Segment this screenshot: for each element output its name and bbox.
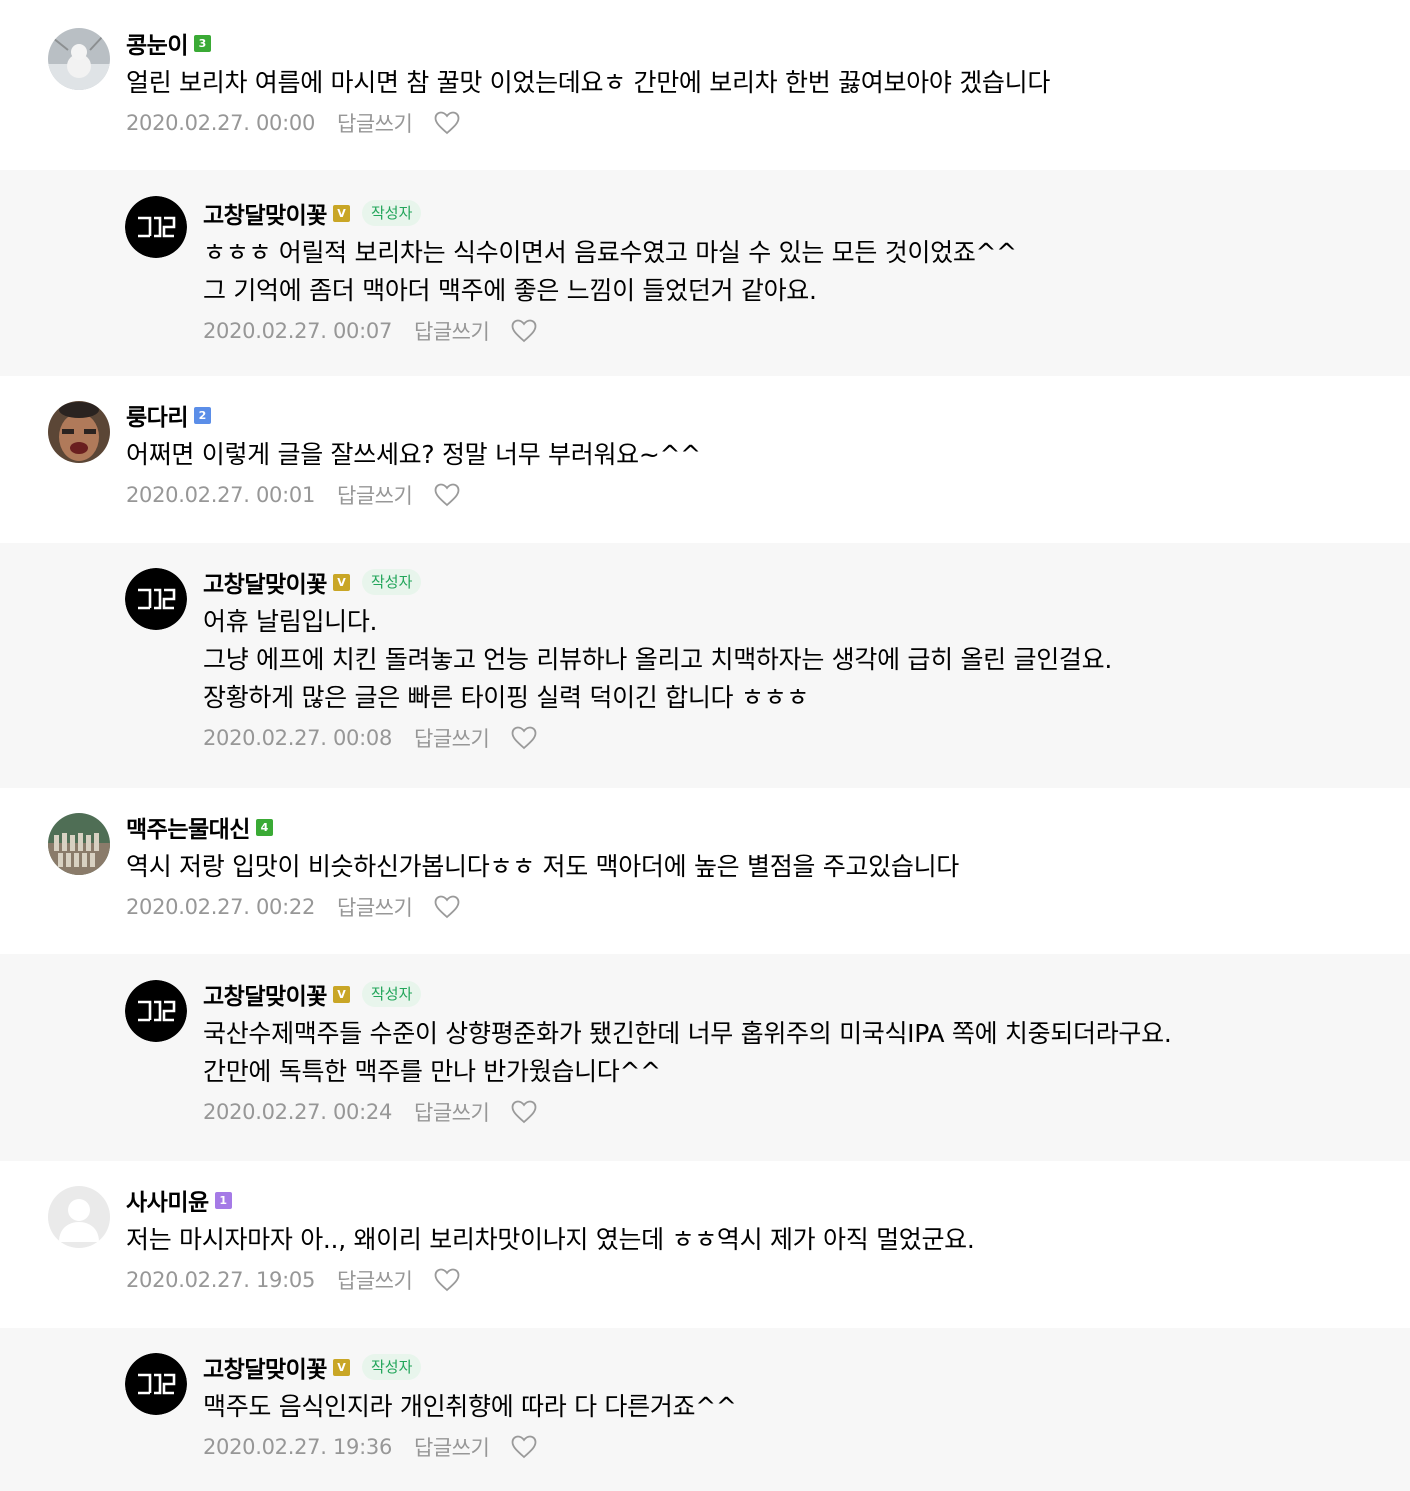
comment-text: 어쩌면 이렇게 글을 잘쓰세요? 정말 너무 부러워요~^^ — [126, 440, 701, 469]
gd-logo-avatar[interactable] — [125, 1353, 187, 1415]
heart-icon[interactable] — [511, 319, 537, 343]
comment-text: 저는 마시자마자 아.., 왜이리 보리차맛이나지 였는데 ㅎㅎ역시 제가 아직… — [126, 1225, 975, 1254]
comment-nickname[interactable]: 사사미윤 — [126, 1183, 209, 1217]
author-badge: 작성자 — [361, 200, 422, 226]
comment: 사사미윤 1 저는 마시자마자 아.., 왜이리 보리차맛이나지 였는데 ㅎㅎ역… — [0, 1161, 1410, 1328]
comment-nickname[interactable]: 고창달맞이꽃 — [203, 565, 327, 599]
level-badge-icon: V — [332, 573, 350, 591]
level-badge-icon: 2 — [193, 406, 211, 424]
reply-comment: 고창달맞이꽃 V 작성자 맥주도 음식인지라 개인취향에 따라 다 다른거죠^^… — [0, 1328, 1410, 1491]
gd-logo-avatar[interactable] — [125, 568, 187, 630]
default-user-avatar[interactable] — [48, 1186, 110, 1248]
comment-nickname[interactable]: 룽다리 — [126, 398, 188, 432]
reply-comment: 고창달맞이꽃 V 작성자 국산수제맥주들 수준이 상향평준화가 됐긴한데 너무 … — [0, 954, 1410, 1161]
comment-date: 2020.02.27. 00:00 — [126, 111, 316, 135]
heart-icon[interactable] — [434, 895, 460, 919]
author-badge: 작성자 — [361, 569, 422, 595]
level-badge-icon: 1 — [214, 1191, 232, 1209]
comment-date: 2020.02.27. 19:05 — [126, 1268, 316, 1292]
heart-icon[interactable] — [511, 726, 537, 750]
face-avatar[interactable] — [48, 401, 110, 463]
comment-nickname[interactable]: 고창달맞이꽃 — [203, 196, 327, 230]
comment-text: ㅎㅎㅎ 어릴적 보리차는 식수이면서 음료수였고 마실 수 있는 모든 것이었죠… — [203, 238, 1017, 305]
author-badge: 작성자 — [361, 1354, 422, 1380]
reply-comment: 고창달맞이꽃 V 작성자 어휴 날림입니다. 그냥 에프에 치킨 돌려놓고 언능… — [0, 543, 1410, 788]
comment: 맥주는물대신 4 역시 저랑 입맛이 비슷하신가봅니다ㅎㅎ 저도 맥아더에 높은… — [0, 788, 1410, 954]
comment-text: 어휴 날림입니다. 그냥 에프에 치킨 돌려놓고 언능 리뷰하나 올리고 치맥하… — [203, 607, 1112, 712]
level-badge-icon: V — [332, 985, 350, 1003]
reply-button[interactable]: 답글쓰기 — [337, 1265, 413, 1295]
gd-logo-avatar[interactable] — [125, 196, 187, 258]
heart-icon[interactable] — [434, 483, 460, 507]
bottles-avatar[interactable] — [48, 813, 110, 875]
heart-icon[interactable] — [434, 111, 460, 135]
reply-button[interactable]: 답글쓰기 — [337, 108, 413, 138]
snowman-avatar[interactable] — [48, 28, 110, 90]
gd-logo-avatar[interactable] — [125, 980, 187, 1042]
level-badge-icon: 4 — [255, 818, 273, 836]
author-badge: 작성자 — [361, 981, 422, 1007]
heart-icon[interactable] — [511, 1100, 537, 1124]
comment-date: 2020.02.27. 00:22 — [126, 895, 316, 919]
comment-nickname[interactable]: 고창달맞이꽃 — [203, 977, 327, 1011]
level-badge-icon: 3 — [193, 34, 211, 52]
reply-button[interactable]: 답글쓰기 — [414, 1432, 490, 1462]
comment-date: 2020.02.27. 00:07 — [203, 319, 393, 343]
reply-comment: 고창달맞이꽃 V 작성자 ㅎㅎㅎ 어릴적 보리차는 식수이면서 음료수였고 마실… — [0, 170, 1410, 376]
comment-nickname[interactable]: 맥주는물대신 — [126, 810, 250, 844]
comment-date: 2020.02.27. 00:08 — [203, 726, 393, 750]
reply-button[interactable]: 답글쓰기 — [337, 892, 413, 922]
comment-text: 맥주도 음식인지라 개인취향에 따라 다 다른거죠^^ — [203, 1392, 737, 1421]
comment-date: 2020.02.27. 00:01 — [126, 483, 316, 507]
comment: 콩눈이 3 얼린 보리차 여름에 마시면 참 꿀맛 이었는데요ㅎ 간만에 보리차… — [0, 0, 1410, 170]
level-badge-icon: V — [332, 1358, 350, 1376]
comment-text: 국산수제맥주들 수준이 상향평준화가 됐긴한데 너무 홉위주의 미국식IPA 쪽… — [203, 1019, 1172, 1086]
comment-text: 역시 저랑 입맛이 비슷하신가봅니다ㅎㅎ 저도 맥아더에 높은 별점을 주고있습… — [126, 852, 959, 881]
comment-date: 2020.02.27. 00:24 — [203, 1100, 393, 1124]
reply-button[interactable]: 답글쓰기 — [414, 723, 490, 753]
reply-button[interactable]: 답글쓰기 — [414, 316, 490, 346]
heart-icon[interactable] — [511, 1435, 537, 1459]
reply-button[interactable]: 답글쓰기 — [414, 1097, 490, 1127]
level-badge-icon: V — [332, 204, 350, 222]
comment-date: 2020.02.27. 19:36 — [203, 1435, 393, 1459]
comment-nickname[interactable]: 콩눈이 — [126, 26, 188, 60]
reply-button[interactable]: 답글쓰기 — [337, 480, 413, 510]
heart-icon[interactable] — [434, 1268, 460, 1292]
comment: 룽다리 2 어쩌면 이렇게 글을 잘쓰세요? 정말 너무 부러워요~^^ 202… — [0, 376, 1410, 543]
comment-text: 얼린 보리차 여름에 마시면 참 꿀맛 이었는데요ㅎ 간만에 보리차 한번 끓여… — [126, 68, 1051, 97]
comment-nickname[interactable]: 고창달맞이꽃 — [203, 1350, 327, 1384]
